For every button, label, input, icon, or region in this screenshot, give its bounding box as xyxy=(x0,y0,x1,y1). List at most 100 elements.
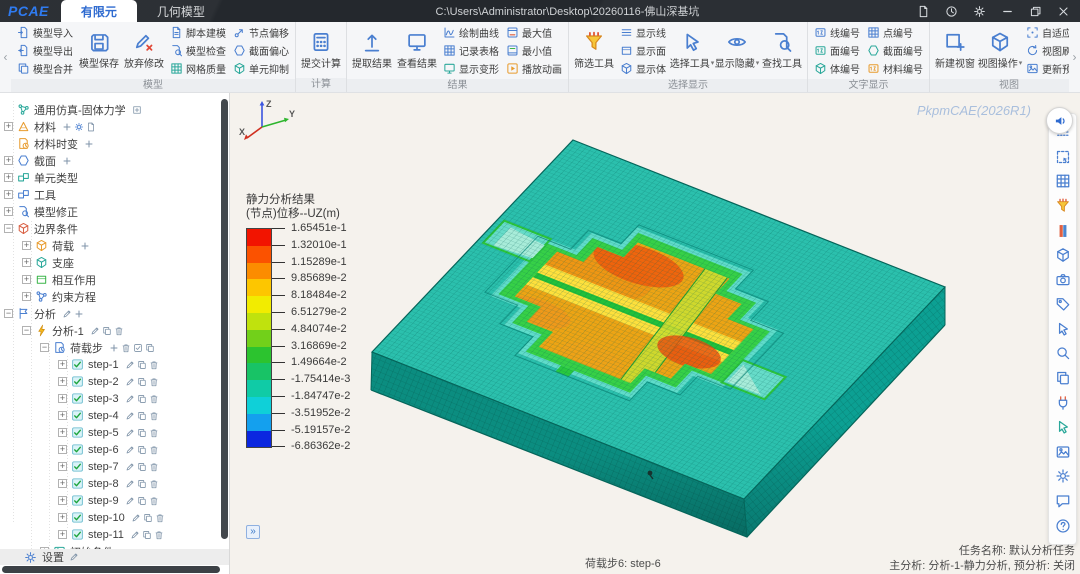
settings-gear-button[interactable] xyxy=(1051,465,1075,487)
copy-button[interactable] xyxy=(137,445,147,455)
mesh-quality-button[interactable]: 网格质量 xyxy=(168,60,228,77)
delete-button[interactable] xyxy=(149,445,159,455)
script-model-button[interactable]: 脚本建模 xyxy=(168,24,228,41)
delete-button[interactable] xyxy=(149,496,159,506)
show-line-button[interactable]: 显示线 xyxy=(618,24,668,41)
tree-expander-icon[interactable]: − xyxy=(40,343,49,352)
tree-expander-icon[interactable]: + xyxy=(58,411,67,420)
tab-0[interactable]: 有限元 xyxy=(61,0,137,22)
edit-button[interactable] xyxy=(125,496,135,506)
tree-expander-icon[interactable]: + xyxy=(58,530,67,539)
tree-item-1[interactable]: +材料 xyxy=(0,118,221,135)
fit-view-button[interactable]: 自适应 xyxy=(1024,24,1069,41)
tree-item-2[interactable]: 材料时变 xyxy=(0,135,221,152)
delete-button[interactable] xyxy=(154,530,164,540)
copy-button[interactable] xyxy=(137,428,147,438)
delete-button[interactable] xyxy=(155,513,165,523)
filter-funnel-button[interactable] xyxy=(1051,195,1075,217)
copy-button[interactable] xyxy=(137,411,147,421)
tree-item-24[interactable]: +step-10 xyxy=(0,509,221,526)
copy-button[interactable] xyxy=(137,394,147,404)
cube-axes-button[interactable] xyxy=(1051,244,1075,266)
tree-item-21[interactable]: +step-7 xyxy=(0,458,221,475)
tree-expander-icon[interactable]: + xyxy=(58,445,67,454)
expand-badge-button[interactable] xyxy=(132,105,142,115)
element-suppress-button[interactable]: 单元抑制 xyxy=(231,60,291,77)
show-body-button[interactable]: 显示体 xyxy=(618,60,668,77)
extract-result-button[interactable]: 提取结果 xyxy=(351,29,393,72)
tree-expander-icon[interactable]: + xyxy=(4,207,13,216)
tree-expander-icon[interactable]: + xyxy=(58,462,67,471)
tree-expander-icon[interactable]: + xyxy=(4,190,13,199)
tree-item-16[interactable]: +step-2 xyxy=(0,373,221,390)
message-button[interactable] xyxy=(1051,490,1075,512)
tree-item-10[interactable]: +相互作用 xyxy=(0,271,221,288)
tree-expander-icon[interactable]: + xyxy=(22,241,31,250)
edit-button[interactable] xyxy=(125,462,135,472)
tree-item-12[interactable]: −分析 xyxy=(0,305,221,322)
check-box-button[interactable] xyxy=(133,343,143,353)
tree-item-15[interactable]: +step-1 xyxy=(0,356,221,373)
copy-button[interactable] xyxy=(137,462,147,472)
tree-expander-icon[interactable]: + xyxy=(22,292,31,301)
material-number-button[interactable]: 材料编号 xyxy=(865,60,925,77)
delete-button[interactable] xyxy=(149,479,159,489)
tree-expander-icon[interactable]: + xyxy=(58,496,67,505)
cursor-zoom-button[interactable] xyxy=(1051,342,1075,364)
view-operate-button[interactable]: 视图操作▾ xyxy=(979,29,1021,72)
body-number-button[interactable]: 体编号 xyxy=(812,60,862,77)
tree-expander-icon[interactable]: + xyxy=(58,394,67,403)
view-result-button[interactable]: 查看结果 xyxy=(396,29,438,72)
tree-expander-icon[interactable]: + xyxy=(22,258,31,267)
point-number-button[interactable]: 点编号 xyxy=(865,24,925,41)
tree-expander-icon[interactable]: + xyxy=(58,479,67,488)
legend-more-button[interactable]: » xyxy=(246,525,260,539)
tree-item-18[interactable]: +step-4 xyxy=(0,407,221,424)
line-number-button[interactable]: 线编号 xyxy=(812,24,862,41)
tree-item-22[interactable]: +step-8 xyxy=(0,475,221,492)
copy-button[interactable] xyxy=(102,326,112,336)
add-button[interactable] xyxy=(74,309,84,319)
tree-expander-icon[interactable]: + xyxy=(22,275,31,284)
add-button[interactable] xyxy=(109,343,119,353)
edit-button[interactable] xyxy=(125,479,135,489)
delete-button[interactable] xyxy=(149,411,159,421)
delete-button[interactable] xyxy=(149,462,159,472)
select-tool-button[interactable]: 选择工具▾ xyxy=(671,29,713,72)
restore-button[interactable] xyxy=(1022,1,1048,21)
ribbon-collapse-left-icon[interactable]: ‹ xyxy=(0,22,11,92)
help-button[interactable] xyxy=(1051,515,1075,537)
edit-button[interactable] xyxy=(62,309,72,319)
submit-calc-button[interactable]: 提交计算 xyxy=(300,29,342,72)
plot-curve-button[interactable]: 绘制曲线 xyxy=(441,24,501,41)
tree-settings-row[interactable]: 设置 xyxy=(0,549,229,565)
doc-button[interactable] xyxy=(86,122,96,132)
new-doc-button[interactable] xyxy=(910,1,936,21)
add-button[interactable] xyxy=(80,241,90,251)
edit-button[interactable] xyxy=(69,552,79,562)
copy-button[interactable] xyxy=(137,377,147,387)
batch-button[interactable] xyxy=(145,343,155,353)
show-deform-button[interactable]: 显示变形 xyxy=(441,60,501,77)
settings-gear-button[interactable] xyxy=(966,1,992,21)
copy-button[interactable] xyxy=(137,360,147,370)
tree-item-7[interactable]: −边界条件 xyxy=(0,220,221,237)
collapse-panel-button[interactable] xyxy=(1046,107,1073,134)
edit-button[interactable] xyxy=(125,445,135,455)
ribbon-overflow-right-icon[interactable]: › xyxy=(1069,22,1080,92)
model-export-button[interactable]: 模型导出 xyxy=(15,42,75,59)
edit-button[interactable] xyxy=(125,377,135,387)
delete-button[interactable] xyxy=(149,428,159,438)
show-face-button[interactable]: 显示面 xyxy=(618,42,668,59)
model-import-button[interactable]: 模型导入 xyxy=(15,24,75,41)
tree-expander-icon[interactable]: + xyxy=(58,377,67,386)
tree-item-19[interactable]: +step-5 xyxy=(0,424,221,441)
tree-item-25[interactable]: +step-11 xyxy=(0,526,221,543)
delete-button[interactable] xyxy=(121,343,131,353)
plug-button[interactable] xyxy=(1051,392,1075,414)
copy-button[interactable] xyxy=(143,513,153,523)
tags-button[interactable] xyxy=(1051,293,1075,315)
tree-item-9[interactable]: +支座 xyxy=(0,254,221,271)
min-value-button[interactable]: 最小值 xyxy=(504,42,564,59)
tab-1[interactable]: 几何模型 xyxy=(137,0,225,22)
